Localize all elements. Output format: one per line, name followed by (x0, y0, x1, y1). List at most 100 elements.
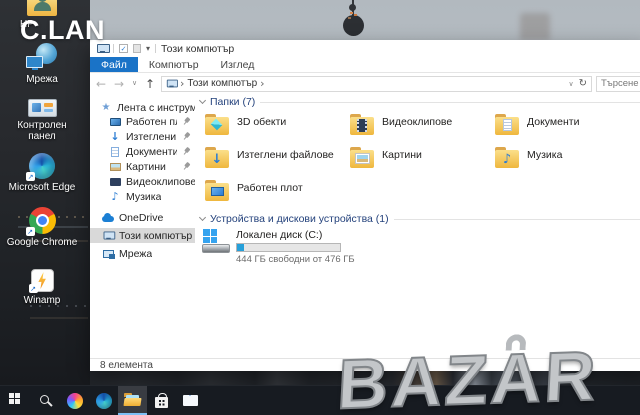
search-box[interactable] (596, 76, 640, 92)
sidebar-item-pictures[interactable]: Картини (90, 159, 195, 174)
desktop-icon-control-panel[interactable]: Контролен панел (6, 97, 78, 142)
drive-tile-local-disk-c[interactable]: Локален диск (C:) 444 ГБ свободни от 476… (200, 229, 640, 265)
cortana-icon (67, 393, 83, 409)
folder-label: 3D обекти (237, 116, 286, 145)
up-button[interactable] (143, 78, 157, 90)
qat-dropdown-icon[interactable] (146, 43, 150, 54)
folder-icon (495, 147, 519, 168)
sidebar-item-label: Този компютър (119, 230, 192, 242)
collapse-chevron-icon[interactable] (199, 214, 206, 221)
tab-view[interactable]: Изглед (210, 57, 266, 72)
taskbar-mail-button[interactable] (176, 386, 205, 415)
wallpaper-tower-sphere (343, 15, 364, 36)
sidebar-item-downloads[interactable]: Изтеглени файл (90, 129, 195, 144)
folder-label: Работен плот (237, 182, 303, 211)
taskbar-search-button[interactable] (31, 386, 60, 415)
desktop-icon-label: Google Chrome (7, 237, 78, 248)
download-arrow-icon (109, 131, 121, 142)
shortcut-arrow-icon (26, 172, 35, 181)
music-note-icon (495, 147, 519, 168)
drive-name: Локален диск (C:) (236, 229, 355, 241)
sidebar-item-desktop[interactable]: Работен плот (90, 114, 195, 129)
new-folder-qat-icon[interactable] (133, 44, 141, 53)
item-count: 8 елемента (100, 360, 153, 371)
folder-label: Изтеглени файлове (237, 149, 334, 178)
desktop-icon-label: Мрежа (26, 74, 58, 85)
folder-tile-downloads[interactable]: Изтеглени файлове (200, 145, 345, 178)
forward-button[interactable] (112, 78, 126, 90)
breadcrumb-chevron-icon[interactable] (260, 78, 264, 90)
desktop-icon-network[interactable]: Мрежа (6, 42, 78, 85)
address-dropdown-icon[interactable] (568, 78, 573, 89)
sidebar-item-label: Мрежа (119, 248, 152, 260)
address-bar[interactable]: Този компютър (161, 76, 592, 92)
folders-grid: 3D обекти Видеоклипове Документи (200, 112, 640, 211)
watermark-bazar-text: BAZAR (336, 336, 601, 415)
watermark-clan: C.LAN (20, 15, 105, 46)
sidebar-item-onedrive[interactable]: OneDrive (90, 210, 195, 225)
folder-tile-documents[interactable]: Документи (490, 112, 635, 145)
tab-computer[interactable]: Компютър (138, 57, 210, 72)
drive-usage-bar (236, 243, 341, 252)
desktop-icon-google-chrome[interactable]: Google Chrome (6, 206, 78, 248)
taskbar-cortana-button[interactable] (60, 386, 89, 415)
music-note-icon (109, 191, 121, 202)
folder-label: Музика (527, 149, 562, 178)
refresh-icon[interactable] (579, 78, 587, 89)
breadcrumb-chevron-icon[interactable] (180, 78, 184, 90)
window-title: Този компютър (161, 43, 234, 55)
group-header-folders[interactable]: Папки (7) (200, 96, 640, 108)
group-title: Устройства и дискови устройства (1) (210, 213, 389, 225)
desktop-icon-microsoft-edge[interactable]: Microsoft Edge (6, 151, 78, 193)
sidebar-item-label: Работен плот (126, 116, 177, 128)
sidebar-item-network[interactable]: Мрежа (90, 246, 195, 261)
title-bar[interactable]: Този компютър (90, 40, 640, 57)
pin-icon (180, 145, 192, 157)
group-header-devices[interactable]: Устройства и дискови устройства (1) (200, 213, 640, 225)
desktop-icon-label: Контролен панел (6, 120, 78, 142)
sidebar-item-documents[interactable]: Документи (90, 144, 195, 159)
divider (113, 44, 114, 53)
sidebar-item-videos[interactable]: Видеоклипове (90, 174, 195, 189)
taskbar-start-button[interactable] (2, 386, 31, 415)
sidebar-item-label: Лента с инструмент (117, 102, 195, 114)
pin-icon (180, 130, 192, 142)
desktop-folder-icon (109, 118, 121, 126)
pin-icon (180, 160, 192, 172)
sidebar-item-music[interactable]: Музика (90, 189, 195, 204)
tab-file[interactable]: Файл (90, 57, 138, 72)
pin-icon (180, 115, 192, 127)
folder-icon (350, 114, 374, 135)
folder-tile-desktop[interactable]: Работен плот (200, 178, 345, 211)
shortcut-arrow-icon (26, 227, 35, 236)
group-title: Папки (7) (210, 96, 255, 108)
sidebar-item-quick-access[interactable]: Лента с инструмент (90, 101, 195, 114)
folder-label: Картини (382, 149, 422, 178)
recent-locations-icon[interactable] (130, 80, 139, 87)
folder-tile-3d-objects[interactable]: 3D обекти (200, 112, 345, 145)
properties-qat-icon[interactable] (119, 44, 128, 53)
taskbar-edge-button[interactable] (89, 386, 118, 415)
sidebar-item-this-pc[interactable]: Този компютър (90, 228, 195, 243)
hard-drive-icon (202, 229, 230, 253)
search-input[interactable] (597, 78, 640, 89)
folder-tile-pictures[interactable]: Картини (345, 145, 490, 178)
collapse-chevron-icon[interactable] (199, 97, 206, 104)
divider (260, 102, 640, 103)
folder-tile-videos[interactable]: Видеоклипове (345, 112, 490, 145)
this-pc-icon (167, 80, 176, 88)
desktop-icon-winamp[interactable]: Winamp (6, 264, 78, 306)
document-icon (109, 147, 121, 157)
breadcrumb-this-pc[interactable]: Този компютър (187, 78, 257, 89)
back-button[interactable] (94, 78, 108, 90)
taskbar-explorer-button[interactable] (118, 386, 147, 415)
content-pane: Папки (7) 3D обекти Видеоклипов (195, 94, 640, 358)
taskbar-store-button[interactable] (147, 386, 176, 415)
winamp-icon (31, 264, 54, 292)
folder-tile-music[interactable]: Музика (490, 145, 635, 178)
watermark-bazar: BAZAR (336, 345, 600, 414)
wallpaper-tower-lights (350, 12, 353, 14)
this-pc-icon (102, 231, 114, 240)
folder-label: Видеоклипове (382, 116, 452, 145)
drive-usage-fill (237, 244, 244, 251)
